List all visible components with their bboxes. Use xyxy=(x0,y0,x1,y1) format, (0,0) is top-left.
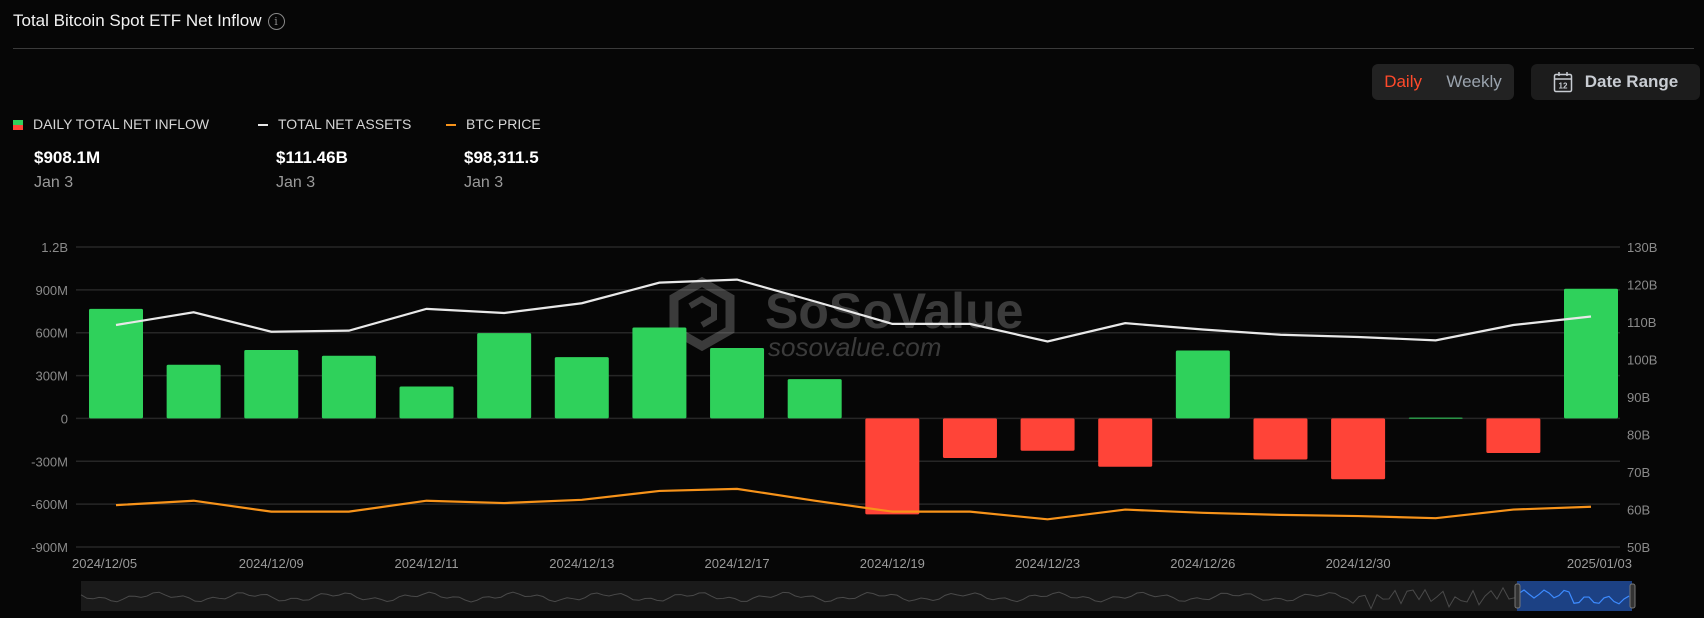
inflow-bar xyxy=(787,379,842,419)
legend-btc-price[interactable]: BTC PRICE xyxy=(446,116,541,132)
btc-price-line xyxy=(115,487,1592,521)
inflow-bar xyxy=(942,418,997,459)
navigator-handle xyxy=(1629,583,1636,609)
inflow-bar xyxy=(477,333,532,419)
inflow-bar xyxy=(1564,288,1618,419)
x-axis-tick: 2024/12/17 xyxy=(705,556,770,571)
calendar-icon: 12 xyxy=(1553,72,1572,93)
inflow-bar xyxy=(1486,418,1541,454)
inflow-bar xyxy=(244,349,299,419)
inflow-bar xyxy=(89,308,143,419)
calendar-day: 12 xyxy=(1558,82,1567,91)
right-axis-tick: 120B xyxy=(1627,278,1657,293)
assets-line-icon xyxy=(258,124,268,127)
navigator-handle xyxy=(1514,583,1521,609)
right-axis-tick: 90B xyxy=(1627,390,1650,405)
info-circle-icon[interactable]: i xyxy=(267,12,285,30)
inflow-bar xyxy=(1098,418,1153,467)
navigator-track xyxy=(81,581,1632,611)
left-axis-tick: 300M xyxy=(35,369,68,384)
legend-label: TOTAL NET ASSETS xyxy=(278,116,412,132)
assets-value: $111.46B xyxy=(276,148,348,167)
left-axis-tick: -900M xyxy=(31,540,68,555)
chart-title: Total Bitcoin Spot ETF Net Inflow i xyxy=(13,11,285,31)
assets-date: Jan 3 xyxy=(276,174,316,191)
left-axis-tick: 1.2B xyxy=(41,240,68,255)
x-axis-tick: 2024/12/30 xyxy=(1326,556,1391,571)
divider xyxy=(13,48,1694,49)
left-axis-tick: -300M xyxy=(31,454,68,469)
navigator[interactable] xyxy=(80,581,1636,611)
x-axis-tick: 2024/12/19 xyxy=(860,556,925,571)
left-axis-tick: -600M xyxy=(31,497,68,512)
inflow-bar xyxy=(865,418,920,515)
sosovalue-logo-icon xyxy=(669,276,735,352)
btc-line-icon xyxy=(446,124,456,127)
daily-tab[interactable]: Daily xyxy=(1384,72,1422,92)
inflow-bar xyxy=(321,355,376,419)
right-axis-tick: 50B xyxy=(1627,540,1650,555)
left-axis-tick: 0 xyxy=(61,411,68,426)
x-axis-tick: 2024/12/11 xyxy=(394,556,458,571)
right-axis-tick: 130B xyxy=(1627,240,1657,255)
watermark-brand: SoSoValue xyxy=(765,283,1023,339)
title-text: Total Bitcoin Spot ETF Net Inflow xyxy=(13,11,262,30)
x-axis-tick: 2024/12/05 xyxy=(72,556,137,571)
date-range-label: Date Range xyxy=(1584,72,1679,91)
legend-total-net-assets[interactable]: TOTAL NET ASSETS xyxy=(258,116,411,132)
period-toggle: Daily Weekly xyxy=(1372,64,1514,100)
x-axis-tick: 2024/12/23 xyxy=(1015,556,1080,571)
date-range-button[interactable]: 12 Date Range xyxy=(1531,64,1700,100)
watermark: SoSoValue sosovalue.com xyxy=(669,276,1023,362)
inflow-date: Jan 3 xyxy=(34,174,74,191)
inflow-bar xyxy=(1331,418,1386,480)
inflow-bar xyxy=(632,327,687,419)
legend-label: DAILY TOTAL NET INFLOW xyxy=(33,116,210,132)
inflow-swatch-icon xyxy=(13,120,23,131)
total-net-assets-line xyxy=(115,278,1592,343)
left-axis-tick: 600M xyxy=(35,326,68,341)
weekly-tab[interactable]: Weekly xyxy=(1446,72,1501,92)
axis-labels: 1.2B 900M 600M 300M 0 -300M -600M -900M 130B 120B… xyxy=(31,240,1657,571)
x-axis-tick: 2025/01/03 xyxy=(1567,556,1632,571)
inflow-bar xyxy=(554,357,609,419)
legend-label: BTC PRICE xyxy=(466,116,541,132)
inflow-bar xyxy=(1408,417,1463,419)
left-axis-tick: 900M xyxy=(35,283,68,298)
legend-net-inflow[interactable]: DAILY TOTAL NET INFLOW xyxy=(13,116,209,132)
navigator-selection xyxy=(1517,581,1632,611)
navigator-selected-series xyxy=(1518,589,1630,605)
right-axis-tick: 80B xyxy=(1627,428,1650,443)
right-axis-tick: 100B xyxy=(1627,353,1657,368)
inflow-bar xyxy=(710,347,765,419)
right-axis-tick: 60B xyxy=(1627,503,1650,518)
navigator-series xyxy=(80,586,1516,610)
btc-date: Jan 3 xyxy=(464,174,504,191)
watermark-url: sosovalue.com xyxy=(768,332,941,362)
right-axis-tick: 110B xyxy=(1627,315,1656,330)
right-axis-tick: 70B xyxy=(1627,465,1650,480)
inflow-bar xyxy=(399,386,454,419)
inflow-bar xyxy=(1175,350,1230,419)
x-axis-tick: 2024/12/26 xyxy=(1170,556,1235,571)
x-axis-tick: 2024/12/13 xyxy=(549,556,614,571)
inflow-bar xyxy=(1253,418,1308,460)
lines xyxy=(115,278,1592,521)
inflow-bar xyxy=(1020,418,1075,451)
x-axis-tick: 2024/12/09 xyxy=(239,556,304,571)
inflow-value: $908.1M xyxy=(34,148,101,167)
btc-value: $98,311.5 xyxy=(464,148,539,167)
grid xyxy=(76,246,1620,548)
inflow-bar xyxy=(166,364,221,419)
inflow-bars xyxy=(89,288,1618,515)
